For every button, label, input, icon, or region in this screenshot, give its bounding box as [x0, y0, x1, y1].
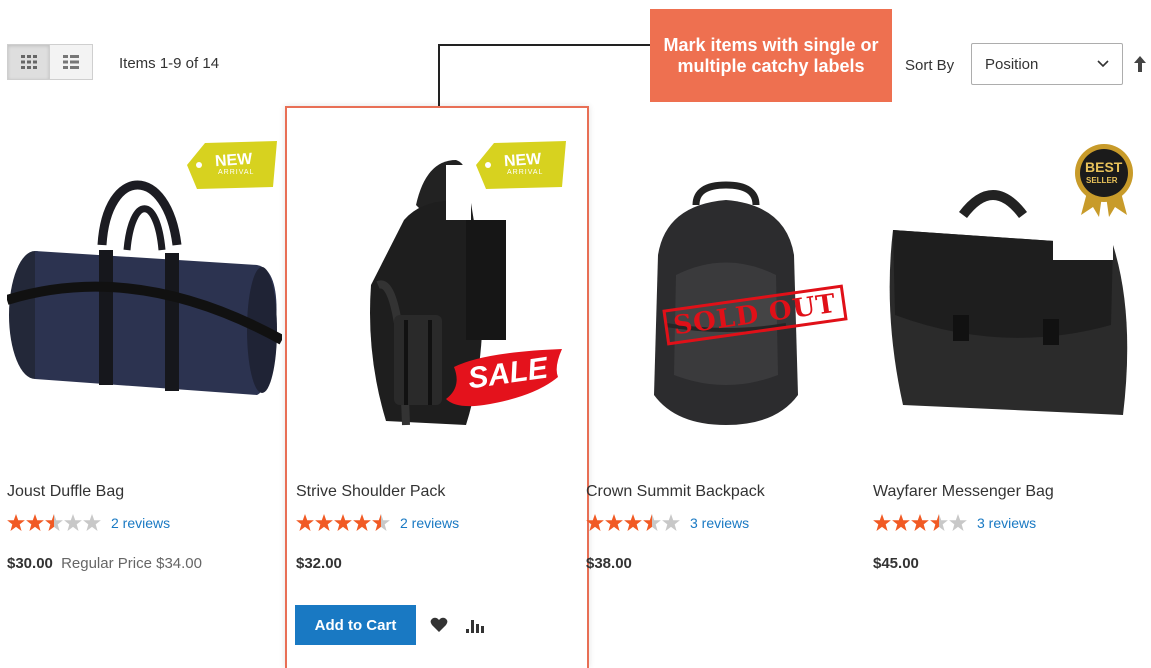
price-box: $38.00 [586, 555, 632, 572]
reviews-link[interactable]: 3 reviews [690, 515, 749, 531]
bar-chart-icon[interactable] [466, 617, 486, 633]
reviews-link[interactable]: 3 reviews [977, 515, 1036, 531]
arrival-badge-text: ARRIVAL [507, 169, 544, 176]
star-half-icon [45, 514, 63, 531]
add-to-cart-button[interactable]: Add to Cart [295, 605, 416, 645]
star-rating [7, 514, 102, 531]
price-box: $30.00 Regular Price $34.00 [7, 555, 202, 572]
star-half-icon [372, 514, 390, 531]
product-item: NEW ARRIVAL Joust Duffle Bag 2 reviews $… [5, 125, 285, 572]
star-full-icon [605, 514, 623, 531]
star-full-icon [296, 514, 314, 531]
sort-select-value: Position [985, 55, 1039, 73]
chevron-down-icon [1097, 60, 1109, 68]
product-image[interactable]: BEST SELLER [873, 125, 1148, 455]
heart-icon[interactable] [430, 617, 448, 633]
star-full-icon [873, 514, 891, 531]
price-box: $32.00 [296, 555, 342, 572]
product-rating: 2 reviews [7, 514, 170, 531]
star-full-icon [315, 514, 333, 531]
star-half-icon [930, 514, 948, 531]
star-rating [873, 514, 968, 531]
product-item: BEST SELLER Wayfarer Messenger Bag 3 rev… [873, 125, 1148, 572]
star-rating [586, 514, 681, 531]
product-image[interactable]: NEW ARRIVAL [5, 125, 285, 455]
star-full-icon [26, 514, 44, 531]
arrow-up-icon[interactable] [1134, 56, 1146, 72]
grid-icon [20, 55, 37, 69]
list-icon [63, 55, 79, 69]
star-empty-icon [949, 514, 967, 531]
star-full-icon [624, 514, 642, 531]
product-image[interactable]: SOLD OUT [586, 125, 861, 455]
best-badge-text: BEST [1085, 159, 1123, 175]
star-empty-icon [64, 514, 82, 531]
star-rating [296, 514, 391, 531]
star-full-icon [353, 514, 371, 531]
final-price: $38.00 [586, 555, 632, 572]
price-box: $45.00 [873, 555, 919, 572]
items-count: Items 1-9 of 14 [119, 55, 220, 72]
product-rating: 2 reviews [296, 514, 459, 531]
star-full-icon [7, 514, 25, 531]
reviews-link[interactable]: 2 reviews [111, 515, 170, 531]
star-full-icon [334, 514, 352, 531]
sort-by-label: Sort By [905, 57, 955, 74]
regular-price: Regular Price $34.00 [61, 555, 202, 572]
sort-select[interactable]: Position [971, 43, 1123, 85]
star-empty-icon [83, 514, 101, 531]
product-item: SOLD OUT Crown Summit Backpack 3 reviews… [586, 125, 861, 572]
star-full-icon [911, 514, 929, 531]
product-name[interactable]: Strive Shoulder Pack [296, 483, 445, 501]
reviews-link[interactable]: 2 reviews [400, 515, 459, 531]
callout-banner: Mark items with single or multiple catch… [650, 9, 892, 102]
callout-connector-line [438, 44, 650, 106]
final-price: $32.00 [296, 555, 342, 572]
product-rating: 3 reviews [586, 514, 749, 531]
star-full-icon [586, 514, 604, 531]
arrival-badge-text: ARRIVAL [218, 169, 255, 176]
grid-view-button[interactable] [7, 44, 50, 80]
final-price: $30.00 [7, 555, 53, 572]
view-mode-toggle [7, 44, 93, 80]
list-view-button[interactable] [50, 44, 93, 80]
callout-text: Mark items with single or multiple catch… [663, 34, 879, 76]
product-image[interactable]: NEW ARRIVAL SALE [296, 125, 571, 455]
final-price: $45.00 [873, 555, 919, 572]
product-name[interactable]: Wayfarer Messenger Bag [873, 483, 1054, 501]
star-empty-icon [662, 514, 680, 531]
seller-badge-text: SELLER [1086, 176, 1118, 185]
star-full-icon [892, 514, 910, 531]
star-half-icon [643, 514, 661, 531]
product-rating: 3 reviews [873, 514, 1036, 531]
product-name[interactable]: Crown Summit Backpack [586, 483, 765, 501]
product-name[interactable]: Joust Duffle Bag [7, 483, 124, 501]
product-item: NEW ARRIVAL SALE Strive Shoulder Pack 2 … [296, 125, 571, 572]
